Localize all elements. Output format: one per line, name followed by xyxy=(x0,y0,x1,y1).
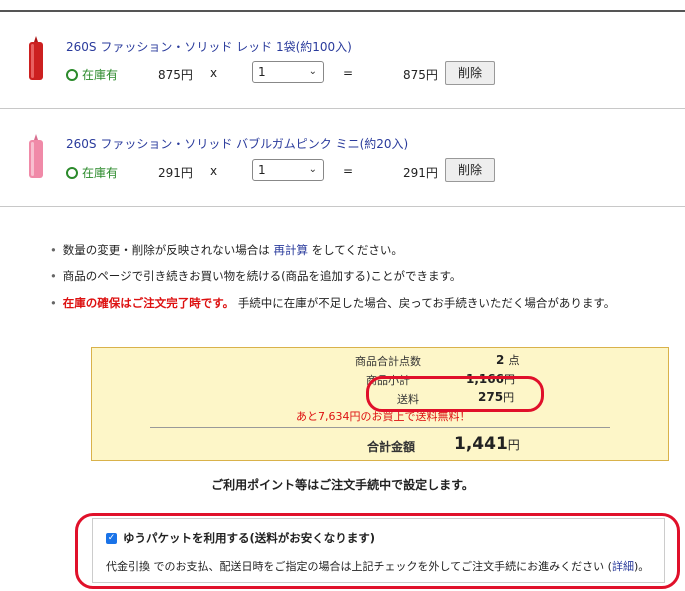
unit-price: 875円 xyxy=(158,68,193,82)
note-text: 商品のページで引き続きお買い物を続ける(商品を追加する)ことができます。 xyxy=(62,269,462,283)
stock-warning-text: 在庫の確保はご注文完了時です。 xyxy=(62,296,235,310)
item-count-unit: 点 xyxy=(508,354,520,367)
yuupacket-checkbox[interactable]: ✓ xyxy=(106,533,117,544)
paren-close: )。 xyxy=(633,560,650,573)
stock-status: 在庫有 xyxy=(66,164,118,181)
quantity-select[interactable]: 1 ⌄ xyxy=(252,159,324,181)
bullet-icon: • xyxy=(50,296,57,310)
note-stock-warning: • 在庫の確保はご注文完了時です。 手続中に在庫が不足した場合、戻ってお手続きいた… xyxy=(50,295,615,311)
yuupacket-note: 代金引換 でのお支払、配送日時をご指定の場合は上記チェックを外してご注文手続にお… xyxy=(106,558,649,574)
item-divider xyxy=(0,108,685,109)
bullet-icon: • xyxy=(50,243,57,257)
note-text: 手続中に在庫が不足した場合、戻ってお手続きいただく場合があります。 xyxy=(237,296,616,310)
points-note: ご利用ポイント等はご注文手続中で設定します。 xyxy=(211,478,474,492)
total-value: 1,441円 xyxy=(454,434,520,454)
red-balloon-image xyxy=(29,36,43,80)
total-unit: 円 xyxy=(507,438,520,452)
multiply-sign: x xyxy=(210,66,218,80)
quantity-value: 1 xyxy=(258,163,266,177)
delete-button[interactable]: 削除 xyxy=(445,61,495,85)
stock-status: 在庫有 xyxy=(66,66,118,83)
in-stock-circle-icon xyxy=(66,68,78,81)
in-stock-circle-icon xyxy=(66,166,78,179)
quantity-value: 1 xyxy=(258,65,266,79)
note-text: をしてください。 xyxy=(311,243,403,257)
item-count-label: 商品合計点数 xyxy=(355,355,421,368)
total-number: 1,441 xyxy=(454,434,508,454)
stock-label: 在庫有 xyxy=(82,68,119,82)
yuupacket-note-text: でのお支払、配送日時をご指定の場合は上記チェックを外してご注文手続にお進みくださ… xyxy=(153,560,605,573)
top-divider xyxy=(0,10,685,12)
note-continue-shopping: • 商品のページで引き続きお買い物を続ける(商品を追加する)ことができます。 xyxy=(50,268,461,284)
yuupacket-highlight-oval xyxy=(75,513,680,589)
items-bottom-divider xyxy=(0,206,685,207)
pink-balloon-image xyxy=(29,134,43,178)
total-label: 合計金額 xyxy=(367,440,416,454)
equals-sign: = xyxy=(343,66,354,80)
stock-label: 在庫有 xyxy=(82,166,119,180)
product-name-link[interactable]: 260S ファッション・ソリッド レッド 1袋(約100入) xyxy=(66,38,352,55)
yuupacket-checkbox-label[interactable]: ゆうパケットを利用する(送料がお安くなります) xyxy=(123,530,375,546)
product-name-link[interactable]: 260S ファッション・ソリッド バブルガムピンク ミニ(約20入) xyxy=(66,135,408,152)
shipping-highlight-circle xyxy=(366,376,544,412)
bullet-icon: • xyxy=(50,269,57,283)
recalculate-link[interactable]: 再計算 xyxy=(273,243,308,257)
line-subtotal: 875円 xyxy=(403,68,438,82)
line-subtotal: 291円 xyxy=(403,166,438,180)
equals-sign: = xyxy=(343,164,354,178)
item-count-value: 2 点 xyxy=(496,352,520,368)
item-count-number: 2 xyxy=(496,353,505,367)
note-text: 数量の変更・削除が反映されない場合は xyxy=(62,243,270,257)
cod-text: 代金引換 xyxy=(106,560,150,573)
details-link[interactable]: 詳細 xyxy=(612,560,634,573)
summary-divider xyxy=(150,427,610,428)
chevron-down-icon: ⌄ xyxy=(308,164,317,175)
delete-button[interactable]: 削除 xyxy=(445,158,495,182)
unit-price: 291円 xyxy=(158,166,193,180)
multiply-sign: x xyxy=(210,164,218,178)
note-recalc: • 数量の変更・削除が反映されない場合は 再計算 をしてください。 xyxy=(50,242,403,258)
chevron-down-icon: ⌄ xyxy=(308,66,317,77)
quantity-select[interactable]: 1 ⌄ xyxy=(252,61,324,83)
